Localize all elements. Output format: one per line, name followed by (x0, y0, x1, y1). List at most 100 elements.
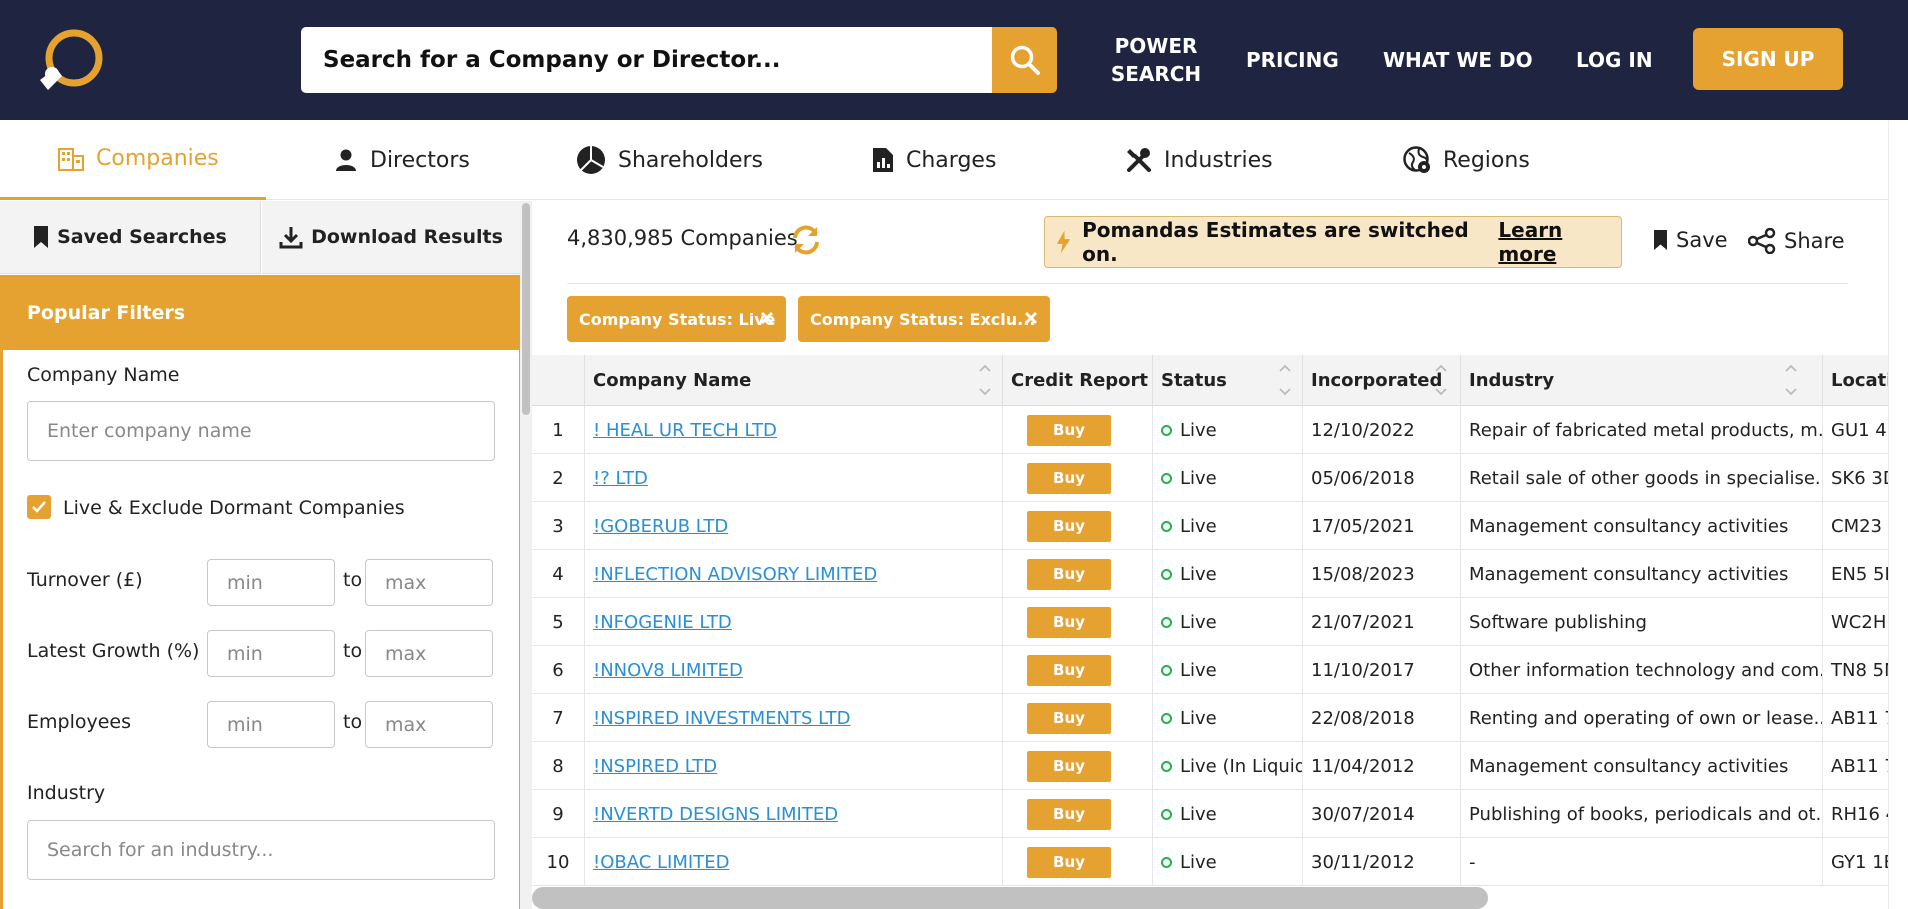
company-name-input[interactable] (27, 401, 495, 461)
popular-filters-header[interactable]: Popular Filters (0, 275, 522, 350)
buy-credit-report-button[interactable]: Buy (1027, 654, 1111, 686)
learn-more-link[interactable]: Learn more (1498, 218, 1621, 266)
buy-credit-report-button[interactable]: Buy (1027, 798, 1111, 830)
industry-cell: Other information technology and com... (1461, 646, 1823, 694)
table-row[interactable]: 3 !GOBERUB LTD Buy Live 17/05/2021 Management… (532, 502, 1888, 550)
company-link[interactable]: !NFOGENIE LTD (593, 612, 732, 633)
nav-pricing[interactable]: PRICING (1246, 46, 1339, 74)
saved-searches-label: Saved Searches (57, 226, 227, 248)
saved-searches-button[interactable]: Saved Searches (0, 201, 261, 274)
credit-report-cell: Buy (1003, 646, 1153, 694)
nav-login[interactable]: LOG IN (1576, 46, 1653, 74)
company-director-search-input[interactable] (301, 27, 992, 93)
status-text: Live (1180, 851, 1217, 873)
column-incorporated[interactable]: Incorporated (1303, 355, 1461, 406)
estimates-text: Pomandas Estimates are switched on. (1082, 218, 1469, 266)
sort-icon[interactable] (1278, 361, 1292, 399)
company-link[interactable]: !GOBERUB LTD (593, 516, 728, 537)
column-industry[interactable]: Industry (1461, 355, 1823, 406)
company-link[interactable]: !? LTD (593, 468, 648, 489)
filter-chip-status-live[interactable]: Company Status: Live (567, 296, 786, 342)
buy-credit-report-button[interactable]: Buy (1027, 558, 1111, 590)
filter-chip-status-exclude-label: Company Status: Exclu... (810, 309, 1036, 329)
incorporated-cell: 30/11/2012 (1303, 838, 1461, 886)
search-button[interactable] (992, 27, 1057, 93)
sort-icon[interactable] (1434, 361, 1448, 399)
filter-chip-status-exclude[interactable]: Company Status: Exclu... (798, 296, 1050, 342)
tab-charges[interactable]: Charges (872, 120, 996, 200)
column-status[interactable]: Status (1153, 355, 1303, 406)
company-name-label: Company Name (27, 364, 180, 386)
buy-credit-report-button[interactable]: Buy (1027, 606, 1111, 638)
download-results-button[interactable]: Download Results (262, 201, 520, 274)
live-exclude-dormant-checkbox[interactable] (27, 495, 51, 519)
tab-shareholders-label: Shareholders (618, 147, 764, 173)
save-button[interactable]: Save (1653, 228, 1728, 252)
tab-industries[interactable]: Industries (1126, 120, 1273, 200)
column-company-name[interactable]: Company Name (585, 355, 1003, 406)
tab-companies[interactable]: Companies (0, 120, 266, 200)
turnover-max-input[interactable] (365, 559, 493, 606)
status-cell: Live (1153, 550, 1303, 598)
close-icon[interactable] (760, 309, 774, 327)
status-cell: Live (1153, 838, 1303, 886)
nav-what-we-do[interactable]: WHAT WE DO (1383, 46, 1533, 74)
credit-report-cell: Buy (1003, 790, 1153, 838)
credit-report-cell: Buy (1003, 454, 1153, 502)
company-link[interactable]: !NFLECTION ADVISORY LIMITED (593, 564, 877, 585)
company-link[interactable]: !NNOV8 LIMITED (593, 660, 743, 681)
filters-body: Company Name Live & Exclude Dormant Comp… (0, 350, 522, 909)
tab-regions[interactable]: Regions (1403, 120, 1530, 200)
buy-credit-report-button[interactable]: Buy (1027, 510, 1111, 542)
buy-credit-report-button[interactable]: Buy (1027, 702, 1111, 734)
industry-search-input[interactable] (27, 820, 495, 880)
sort-icon[interactable] (978, 361, 992, 399)
company-name-cell: !NFLECTION ADVISORY LIMITED (585, 550, 1003, 598)
buy-credit-report-button[interactable]: Buy (1027, 414, 1111, 446)
company-link[interactable]: !OBAC LIMITED (593, 852, 729, 873)
turnover-min-input[interactable] (207, 559, 335, 606)
tab-shareholders[interactable]: Shareholders (576, 120, 763, 200)
column-location[interactable]: Locatio (1823, 355, 1888, 406)
latest-growth-label: Latest Growth (%) (27, 640, 200, 662)
buy-credit-report-button[interactable]: Buy (1027, 462, 1111, 494)
share-button[interactable]: Share (1748, 228, 1845, 254)
table-horizontal-scrollbar-thumb[interactable] (532, 887, 1488, 909)
table-row[interactable]: 7 !NSPIRED INVESTMENTS LTD Buy Live 22/08/20… (532, 694, 1888, 742)
table-row[interactable]: 9 !NVERTD DESIGNS LIMITED Buy Live 30/07/201… (532, 790, 1888, 838)
status-text: Live (1180, 659, 1217, 681)
pomanda-logo[interactable] (38, 28, 106, 94)
refresh-icon[interactable] (790, 224, 822, 260)
incorporated-cell: 05/06/2018 (1303, 454, 1461, 502)
document-chart-icon (873, 148, 893, 172)
buy-credit-report-button[interactable]: Buy (1027, 846, 1111, 878)
table-row[interactable]: 6 !NNOV8 LIMITED Buy Live 11/10/2017 Other in… (532, 646, 1888, 694)
sort-icon[interactable] (1784, 361, 1798, 399)
growth-max-input[interactable] (365, 630, 493, 677)
power-search-line1: POWER (1114, 34, 1198, 58)
employees-min-input[interactable] (207, 701, 335, 748)
table-row[interactable]: 4 !NFLECTION ADVISORY LIMITED Buy Live 15/08… (532, 550, 1888, 598)
location-cell: RH16 4 (1831, 803, 1888, 825)
company-link[interactable]: !NSPIRED LTD (593, 756, 717, 777)
table-row[interactable]: 10 !OBAC LIMITED Buy Live 30/11/2012-GY1 1E (532, 838, 1888, 886)
employees-max-input[interactable] (365, 701, 493, 748)
industry-cell: Publishing of books, periodicals and ot.… (1461, 790, 1823, 838)
table-row[interactable]: 2 !? LTD Buy Live 05/06/2018 Retail sale of o… (532, 454, 1888, 502)
company-link[interactable]: ! HEAL UR TECH LTD (593, 420, 777, 441)
table-row[interactable]: 1 ! HEAL UR TECH LTD Buy Live 12/10/2022 Repa… (532, 406, 1888, 454)
close-icon[interactable] (1024, 309, 1038, 327)
page-scrollbar[interactable] (1888, 120, 1908, 909)
buy-credit-report-button[interactable]: Buy (1027, 750, 1111, 782)
company-link[interactable]: !NSPIRED INVESTMENTS LTD (593, 708, 851, 729)
table-row[interactable]: 5 !NFOGENIE LTD Buy Live 21/07/2021 Software … (532, 598, 1888, 646)
nav-power-search[interactable]: POWER SEARCH (1096, 32, 1216, 88)
company-link[interactable]: !NVERTD DESIGNS LIMITED (593, 804, 838, 825)
signup-button[interactable]: SIGN UP (1693, 28, 1843, 90)
filters-scrollbar-thumb[interactable] (522, 203, 530, 415)
growth-min-input[interactable] (207, 630, 335, 677)
save-label: Save (1676, 228, 1728, 252)
table-row[interactable]: 8 !NSPIRED LTD Buy Live (In Liquida11/04/20… (532, 742, 1888, 790)
download-icon (279, 227, 303, 249)
tab-directors[interactable]: Directors (334, 120, 470, 200)
